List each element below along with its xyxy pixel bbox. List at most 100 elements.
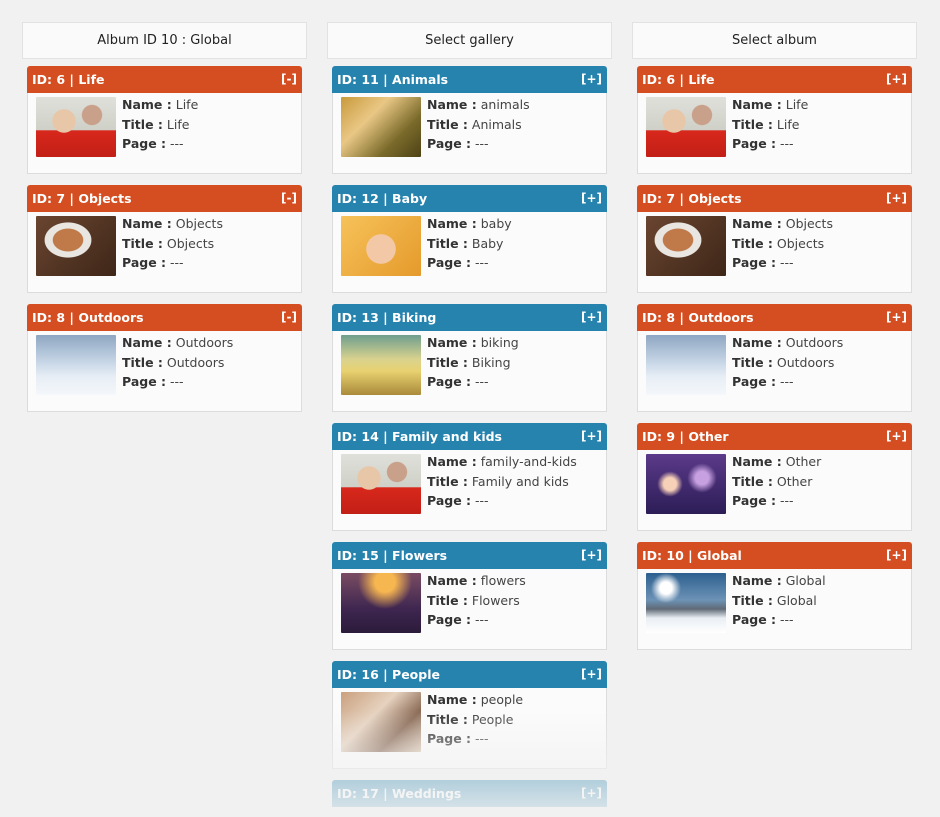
add-toggle-button[interactable]: [+] xyxy=(886,66,907,93)
name-value: biking xyxy=(480,335,519,350)
gallery-item-card: ID: 13 | Biking [+] Name : biking Title … xyxy=(332,304,607,412)
title-label: Title : xyxy=(122,354,163,370)
name-label: Name : xyxy=(427,573,477,588)
page-label: Page : xyxy=(427,255,472,271)
name-value: Outdoors xyxy=(785,335,844,350)
thumbnail-image xyxy=(36,216,116,276)
add-toggle-button[interactable]: [+] xyxy=(886,542,907,569)
add-toggle-button[interactable]: [+] xyxy=(581,304,602,331)
name-label: Name : xyxy=(122,97,172,112)
album-option-header[interactable]: ID: 9 | Other [+] xyxy=(637,423,912,450)
album-item-card: ID: 6 | Life [-] Name : Life Title : Lif… xyxy=(27,66,302,174)
album-item-card: ID: 8 | Outdoors [-] Name : Outdoors Tit… xyxy=(27,304,302,412)
page-label: Page : xyxy=(427,731,472,747)
remove-toggle-button[interactable]: [-] xyxy=(281,66,297,93)
page-value: --- xyxy=(780,612,794,628)
album-item-title: ID: 7 | Objects xyxy=(32,191,132,206)
album-option-header[interactable]: ID: 8 | Outdoors [+] xyxy=(637,304,912,331)
album-item-header[interactable]: ID: 7 | Objects [-] xyxy=(27,185,302,212)
album-item-title: ID: 6 | Life xyxy=(32,72,105,87)
page-value: --- xyxy=(475,731,489,747)
page-value: --- xyxy=(475,374,489,390)
page-value: --- xyxy=(475,136,489,152)
page-label: Page : xyxy=(732,374,777,390)
title-value: Life xyxy=(166,116,190,132)
album-select-column: Select album ID: 6 | Life [+] Name : Lif… xyxy=(632,22,917,661)
add-toggle-button[interactable]: [+] xyxy=(581,780,602,807)
album-item-title: ID: 8 | Outdoors xyxy=(32,310,144,325)
title-label: Title : xyxy=(427,354,468,370)
thumbnail-image xyxy=(646,216,726,276)
name-label: Name : xyxy=(427,97,477,112)
name-label: Name : xyxy=(427,335,477,350)
add-toggle-button[interactable]: [+] xyxy=(886,185,907,212)
title-label: Title : xyxy=(122,116,163,132)
title-value: Baby xyxy=(471,235,504,251)
name-value: Outdoors xyxy=(175,335,234,350)
thumbnail-image xyxy=(341,97,421,157)
name-value: Objects xyxy=(175,216,223,231)
name-value: Objects xyxy=(785,216,833,231)
gallery-item-card: ID: 16 | People [+] Name : people Title … xyxy=(332,661,607,769)
gallery-item-header[interactable]: ID: 15 | Flowers [+] xyxy=(332,542,607,569)
gallery-item-title: ID: 16 | People xyxy=(337,667,440,682)
page-label: Page : xyxy=(732,136,777,152)
add-toggle-button[interactable]: [+] xyxy=(581,423,602,450)
gallery-item-header[interactable]: ID: 14 | Family and kids [+] xyxy=(332,423,607,450)
remove-toggle-button[interactable]: [-] xyxy=(281,304,297,331)
album-select-header: Select album xyxy=(632,22,917,59)
page-label: Page : xyxy=(732,493,777,509)
gallery-item-header[interactable]: ID: 13 | Biking [+] xyxy=(332,304,607,331)
remove-toggle-button[interactable]: [-] xyxy=(281,185,297,212)
gallery-select-header: Select gallery xyxy=(327,22,612,59)
page-value: --- xyxy=(170,374,184,390)
title-label: Title : xyxy=(732,354,773,370)
title-label: Title : xyxy=(427,235,468,251)
add-toggle-button[interactable]: [+] xyxy=(581,542,602,569)
name-label: Name : xyxy=(732,454,782,469)
album-option-header[interactable]: ID: 7 | Objects [+] xyxy=(637,185,912,212)
add-toggle-button[interactable]: [+] xyxy=(886,423,907,450)
title-value: Objects xyxy=(776,235,825,251)
name-label: Name : xyxy=(732,216,782,231)
title-value: Outdoors xyxy=(776,354,835,370)
page-value: --- xyxy=(475,493,489,509)
album-option-header[interactable]: ID: 6 | Life [+] xyxy=(637,66,912,93)
gallery-item-title: ID: 12 | Baby xyxy=(337,191,428,206)
name-label: Name : xyxy=(427,692,477,707)
thumbnail-image xyxy=(341,573,421,633)
title-value: Biking xyxy=(471,354,511,370)
album-item-card: ID: 7 | Objects [-] Name : Objects Title… xyxy=(27,185,302,293)
thumbnail-image xyxy=(341,216,421,276)
gallery-item-header[interactable]: ID: 11 | Animals [+] xyxy=(332,66,607,93)
album-option-header[interactable]: ID: 10 | Global [+] xyxy=(637,542,912,569)
title-value: People xyxy=(471,711,514,727)
album-option-title: ID: 10 | Global xyxy=(642,548,742,563)
add-toggle-button[interactable]: [+] xyxy=(581,185,602,212)
add-toggle-button[interactable]: [+] xyxy=(581,661,602,688)
name-label: Name : xyxy=(427,216,477,231)
album-item-header[interactable]: ID: 6 | Life [-] xyxy=(27,66,302,93)
name-label: Name : xyxy=(122,216,172,231)
album-item-header[interactable]: ID: 8 | Outdoors [-] xyxy=(27,304,302,331)
page-label: Page : xyxy=(122,136,167,152)
title-label: Title : xyxy=(732,116,773,132)
title-label: Title : xyxy=(427,711,468,727)
name-label: Name : xyxy=(732,335,782,350)
page-value: --- xyxy=(780,493,794,509)
gallery-item-header[interactable]: ID: 17 | Weddings [+] xyxy=(332,780,607,807)
thumbnail-image xyxy=(646,573,726,633)
gallery-item-card: ID: 15 | Flowers [+] Name : flowers Titl… xyxy=(332,542,607,650)
title-label: Title : xyxy=(732,473,773,489)
album-option-title: ID: 9 | Other xyxy=(642,429,729,444)
gallery-item-header[interactable]: ID: 16 | People [+] xyxy=(332,661,607,688)
name-value: Global xyxy=(785,573,826,588)
add-toggle-button[interactable]: [+] xyxy=(886,304,907,331)
title-label: Title : xyxy=(732,592,773,608)
thumbnail-image xyxy=(341,454,421,514)
add-toggle-button[interactable]: [+] xyxy=(581,66,602,93)
title-label: Title : xyxy=(122,235,163,251)
thumbnail-image xyxy=(341,335,421,395)
page-label: Page : xyxy=(122,255,167,271)
gallery-item-header[interactable]: ID: 12 | Baby [+] xyxy=(332,185,607,212)
